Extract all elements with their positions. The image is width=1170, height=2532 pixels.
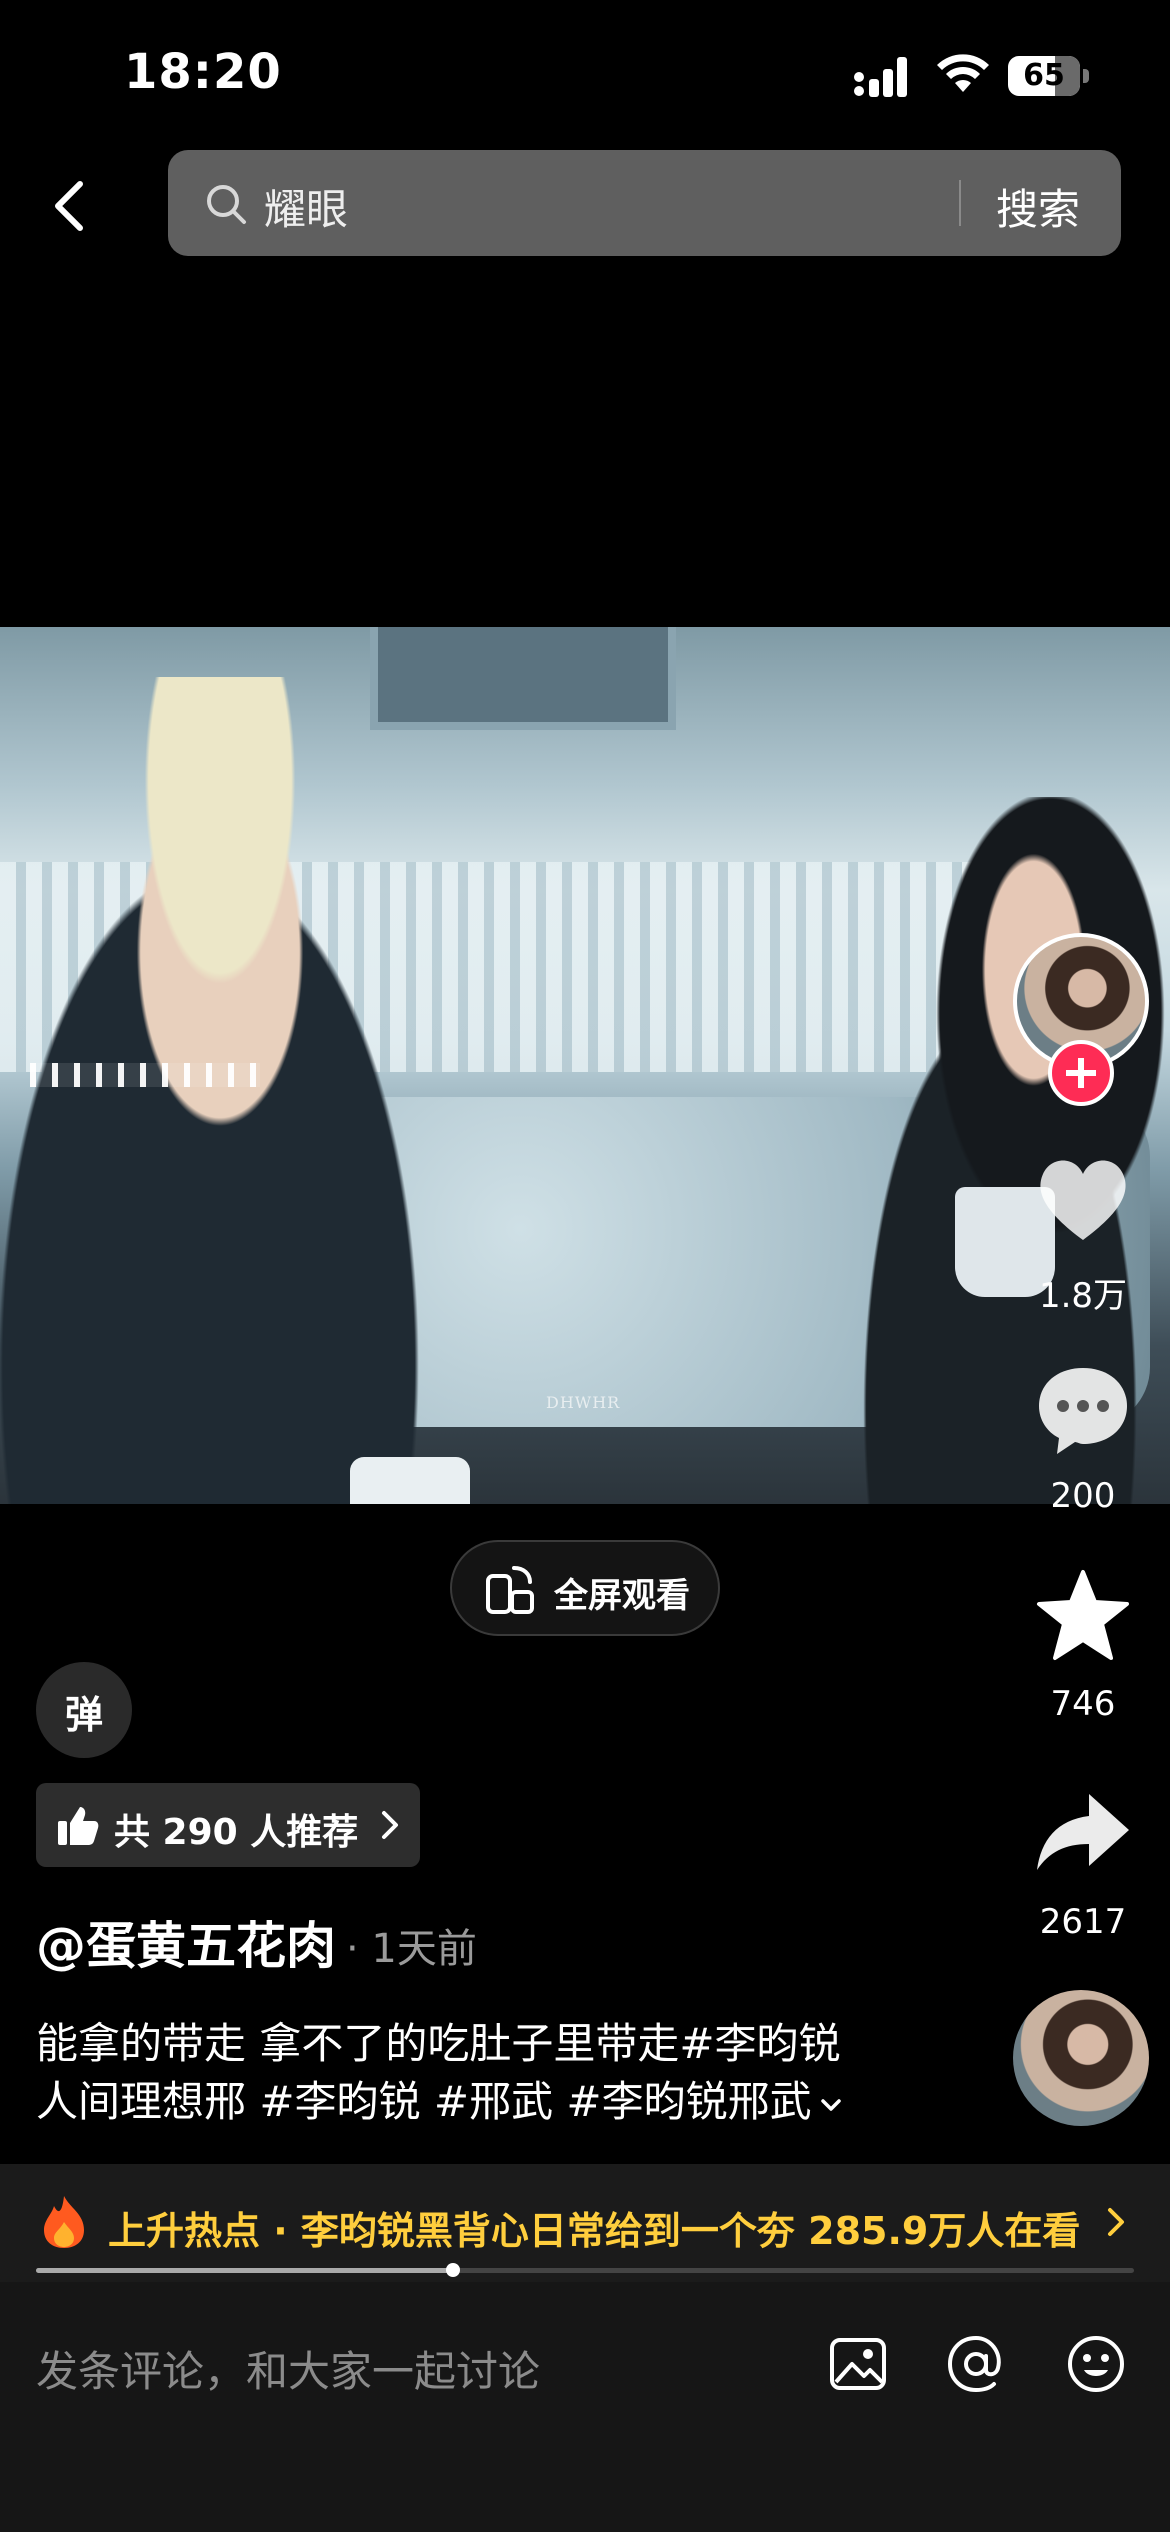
like-count: 1.8万 (1038, 1276, 1128, 1316)
caption-line-1[interactable]: 能拿的带走 拿不了的吃肚子里带走#李昀锐 (36, 2010, 841, 2071)
caption-line-2-text[interactable]: 人间理想邢 #李昀锐 #邢武 #李昀锐邢武 (36, 2077, 812, 2126)
search-button[interactable]: 搜索 (996, 176, 1080, 237)
recommend-label: 共 290 人推荐 (114, 1812, 359, 1853)
battery-percent: 65 (1023, 58, 1065, 93)
rotate-screen-icon (486, 1566, 534, 1614)
favorite-star-icon[interactable] (1031, 1566, 1135, 1666)
music-disc-avatar[interactable] (1013, 1990, 1149, 2126)
comment-bar: 发条评论，和大家一起讨论 (0, 2282, 1170, 2532)
flame-icon (44, 2196, 84, 2248)
video-player[interactable]: DHWHR (0, 627, 1170, 1504)
like-heart-icon[interactable] (1031, 1148, 1135, 1248)
danmaku-toggle[interactable]: 弹 (36, 1662, 132, 1758)
hot-topic-bar[interactable]: 上升热点 · 李昀锐黑背心日常给到一个夯 285.9万人在看 (0, 2164, 1170, 2282)
search-icon (207, 185, 246, 224)
search-divider (959, 180, 961, 226)
cellular-signal-icon (854, 57, 907, 97)
follow-button[interactable] (1048, 1040, 1114, 1106)
comment-count: 200 (1050, 1476, 1116, 1516)
playback-progress-bar[interactable] (36, 2263, 1134, 2277)
danmaku-label: 弹 (64, 1693, 103, 1737)
favorite-count: 746 (1050, 1684, 1116, 1724)
caption-line-2[interactable]: 人间理想邢 #李昀锐 #邢武 #李昀锐邢武 (36, 2068, 844, 2129)
search-bar[interactable]: 耀眼 搜索 (168, 150, 1121, 256)
comment-icon[interactable] (1031, 1360, 1135, 1460)
fullscreen-button[interactable]: 全屏观看 (450, 1540, 720, 1636)
status-time: 18:20 (124, 44, 282, 100)
emoji-icon[interactable] (1064, 2332, 1128, 2396)
mention-at-icon[interactable] (944, 2332, 1008, 2396)
share-count: 2617 (1039, 1902, 1127, 1942)
video-watermark: DHWHR (546, 1393, 621, 1412)
image-icon[interactable] (826, 2332, 890, 2396)
hot-topic-text: 上升热点 · 李昀锐黑背心日常给到一个夯 285.9万人在看 (108, 2209, 1081, 2253)
comment-input[interactable]: 发条评论，和大家一起讨论 (36, 2338, 540, 2399)
back-icon[interactable] (40, 170, 100, 242)
post-time: · 1天前 (346, 1926, 477, 1972)
danmaku-strip (30, 1063, 260, 1087)
wifi-icon (937, 54, 989, 92)
search-input[interactable]: 耀眼 (264, 176, 348, 237)
expand-chevron-icon[interactable] (818, 2092, 844, 2118)
thumbs-up-icon (58, 1807, 99, 1845)
chevron-right-icon (1108, 2208, 1124, 2236)
fullscreen-label: 全屏观看 (554, 1576, 690, 1616)
chevron-right-icon (382, 1811, 398, 1839)
share-arrow-icon[interactable] (1031, 1784, 1135, 1884)
battery-icon: 65 (1008, 56, 1092, 96)
author-name[interactable]: @蛋黄五花肉 (36, 1906, 336, 1978)
recommend-chip[interactable]: 共 290 人推荐 (36, 1783, 420, 1867)
